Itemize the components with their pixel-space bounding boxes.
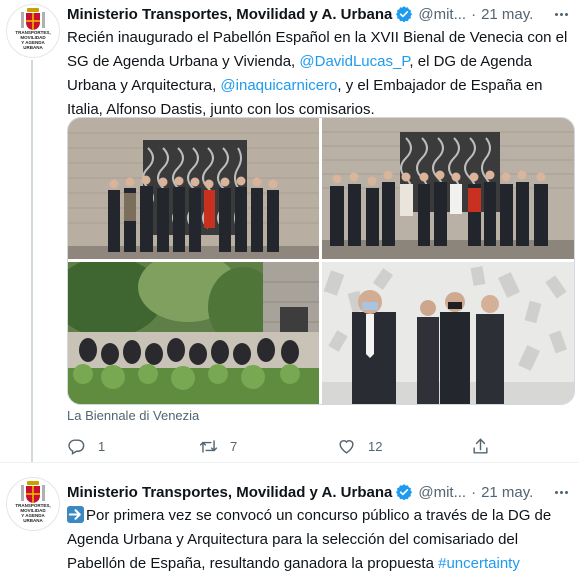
photo-garden-audience[interactable]	[68, 262, 319, 404]
author-name[interactable]: Ministerio Transportes, Movilidad y A. U…	[67, 484, 392, 501]
more-icon[interactable]	[551, 4, 571, 24]
tweet-actions: 1 7 12	[67, 434, 547, 458]
reply-count: 1	[98, 438, 106, 454]
tweet-header: Ministerio Transportes, Movilidad y A. U…	[67, 3, 533, 25]
more-icon[interactable]	[551, 482, 571, 502]
retweet-count: 7	[230, 438, 238, 454]
like-button[interactable]: 12	[337, 434, 382, 458]
mention-link[interactable]: @DavidLucas_P	[299, 53, 409, 70]
separator-dot: ·	[471, 483, 477, 501]
verified-badge-icon	[396, 484, 413, 501]
tweet[interactable]: TRANSPORTES, MOVILIDAD Y AGENDA URBANA M…	[0, 463, 579, 572]
photo-group-large[interactable]	[322, 118, 574, 259]
photo-grid	[67, 117, 575, 405]
arrow-right-emoji-icon	[67, 506, 84, 523]
avatar-label: TRANSPORTES, MOVILIDAD Y AGENDA URBANA	[15, 30, 51, 50]
tweet[interactable]: TRANSPORTES, MOVILIDAD Y AGENDA URBANA M…	[0, 0, 579, 463]
share-icon	[473, 438, 488, 454]
author-avatar[interactable]: TRANSPORTES, MOVILIDAD Y AGENDA URBANA	[6, 4, 60, 58]
author-handle[interactable]: @mit...	[418, 484, 466, 501]
tweet-date[interactable]: 21 may.	[481, 6, 533, 23]
retweet-button[interactable]: 7	[199, 434, 237, 458]
author-handle[interactable]: @mit...	[418, 6, 466, 23]
tweet-text: Por primera vez se convocó un concurso p…	[67, 504, 572, 576]
reply-icon	[68, 438, 85, 455]
share-button[interactable]	[471, 434, 490, 458]
tweet-date[interactable]: 21 may.	[481, 484, 533, 501]
mention-link[interactable]: @inaquicarnicero	[220, 77, 337, 94]
like-count: 12	[368, 438, 383, 454]
avatar-label: TRANSPORTES, MOVILIDAD Y AGENDA URBANA	[15, 503, 51, 523]
thread-connector	[31, 60, 33, 463]
hashtag-link[interactable]: #uncertainty	[438, 555, 520, 572]
author-avatar[interactable]: TRANSPORTES, MOVILIDAD Y AGENDA URBANA	[6, 477, 60, 531]
retweet-icon	[199, 439, 218, 453]
like-icon	[339, 439, 354, 454]
photo-group-facade[interactable]	[68, 118, 319, 259]
reply-button[interactable]: 1	[67, 434, 105, 458]
separator-dot: ·	[471, 5, 477, 23]
author-name[interactable]: Ministerio Transportes, Movilidad y A. U…	[67, 6, 392, 23]
media-caption[interactable]: La Biennale di Venezia	[67, 408, 199, 423]
tweet-header: Ministerio Transportes, Movilidad y A. U…	[67, 481, 533, 503]
coat-of-arms-icon	[21, 8, 45, 30]
verified-badge-icon	[396, 6, 413, 23]
coat-of-arms-icon	[21, 481, 45, 503]
photo-installation-interior[interactable]	[322, 262, 574, 404]
tweet-text: Recién inaugurado el Pabellón Español en…	[67, 26, 572, 122]
